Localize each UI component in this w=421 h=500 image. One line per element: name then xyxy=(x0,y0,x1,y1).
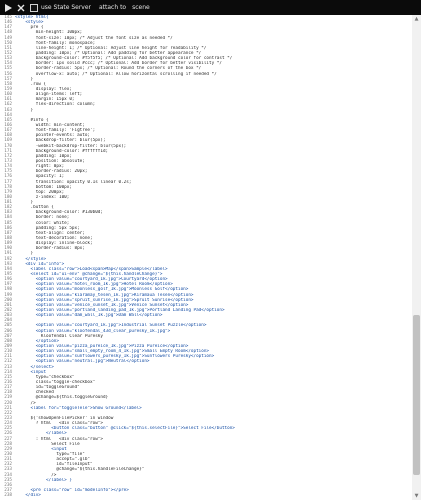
use-state-server-label: use State Server xyxy=(41,4,91,11)
code-area[interactable]: <style> html{ <style> pre { min-height: … xyxy=(15,15,410,500)
line-number-gutter: 145 146 147 148 149 150 151 152 153 154 155 156 157 1… xyxy=(0,15,13,500)
code-editor[interactable]: 145 146 147 148 149 150 151 152 153 154 155 156 157 1… xyxy=(0,15,412,500)
chevron-down-icon[interactable]: ▼ xyxy=(412,492,421,500)
code-line[interactable]: </div> xyxy=(15,493,410,498)
line-number: 238 xyxy=(4,493,12,499)
vertical-scrollbar[interactable]: ▲ ▼ xyxy=(412,15,421,500)
toolbar: use State Server attach to scene xyxy=(0,0,421,15)
attach-to-label: attach to xyxy=(99,4,127,11)
scrollbar-thumb[interactable] xyxy=(413,315,420,475)
chevron-up-icon[interactable]: ▲ xyxy=(412,15,421,23)
use-state-server-checkbox[interactable] xyxy=(30,3,38,12)
close-icon[interactable] xyxy=(16,3,26,13)
attach-to-value[interactable]: scene xyxy=(132,4,150,11)
play-icon[interactable] xyxy=(3,3,13,13)
